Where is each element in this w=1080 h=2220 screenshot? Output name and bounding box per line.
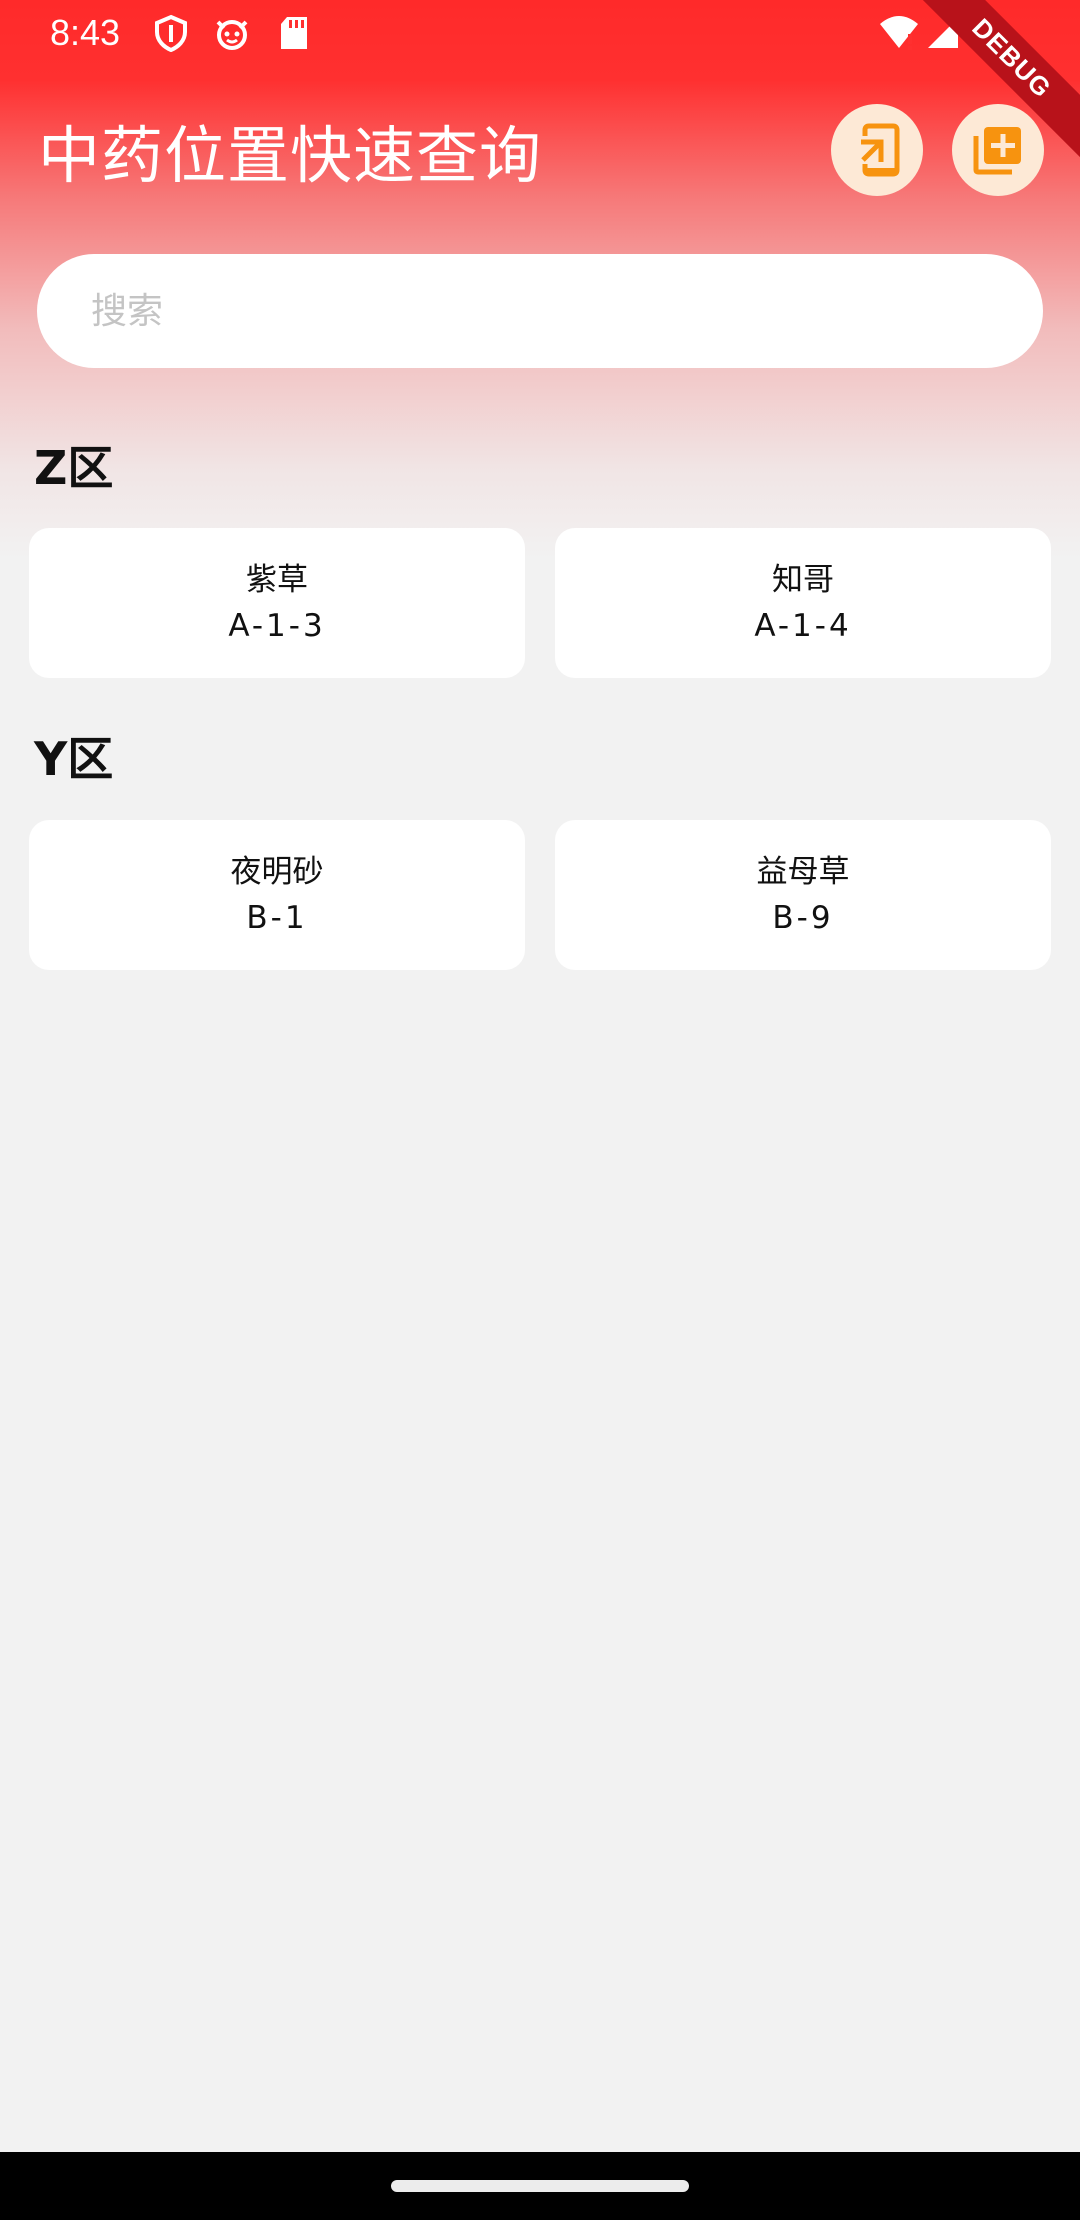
section-title-z: Z区	[34, 441, 114, 495]
section-title-y: Y区	[34, 732, 114, 786]
item-name: 知哥	[772, 562, 834, 598]
item-name: 益母草	[756, 854, 850, 890]
item-location: B-1	[246, 900, 308, 936]
list-item[interactable]: 益母草 B-9	[555, 820, 1051, 970]
list-item[interactable]: 知哥 A-1-4	[555, 528, 1051, 678]
status-bar: 8:43	[0, 0, 1080, 66]
item-location: A-1-3	[228, 608, 326, 644]
list-item[interactable]: 夜明砂 B-1	[29, 820, 525, 970]
cat-face-icon	[213, 14, 251, 52]
item-location: A-1-4	[754, 608, 852, 644]
list-item[interactable]: 紫草 A-1-3	[29, 528, 525, 678]
page-title: 中药位置快速查询	[38, 119, 543, 192]
item-location: B-9	[772, 900, 834, 936]
status-time: 8:43	[50, 12, 121, 53]
wifi-alert-icon	[878, 14, 920, 52]
app-screen: 8:43 DEBUG 中药位置快速查询 搜索 Z区 紫草 A-1-3 知哥 A-…	[0, 0, 1080, 2220]
sd-card-icon	[275, 14, 313, 52]
search-bar[interactable]	[37, 254, 1043, 368]
item-name: 夜明砂	[230, 854, 324, 890]
search-input[interactable]	[89, 280, 993, 342]
system-nav-bar	[0, 2152, 1080, 2220]
import-button[interactable]	[831, 104, 923, 196]
import-icon	[853, 122, 901, 178]
home-indicator[interactable]	[391, 2180, 689, 2192]
shield-icon	[152, 14, 190, 53]
add-box-icon	[972, 124, 1024, 176]
item-name: 紫草	[246, 562, 308, 598]
add-item-button[interactable]	[952, 104, 1044, 196]
